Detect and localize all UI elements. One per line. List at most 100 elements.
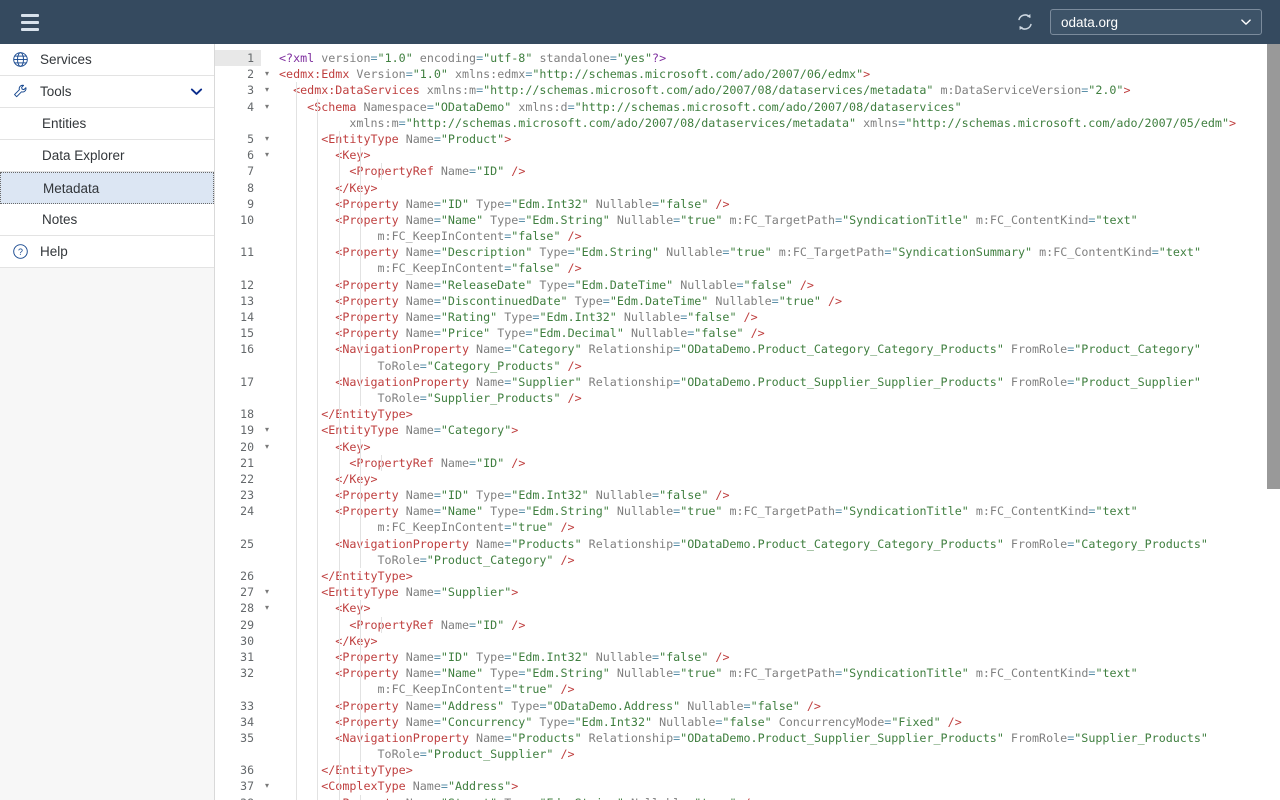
code-line: <edmx:DataServices xmlns:m="http://schem…: [293, 82, 1131, 99]
sidebar-item-metadata[interactable]: Metadata: [0, 172, 214, 204]
body-split: Services Tools Entities Data Explorer Metada…: [0, 44, 1280, 800]
code-fold-spacer: [261, 471, 273, 487]
chevron-down-icon: [190, 88, 203, 95]
code-fold-spacer: [261, 681, 273, 697]
line-number: 7: [247, 164, 254, 179]
sidebar-empty-space: [0, 268, 214, 800]
code-fold-toggle[interactable]: ▾: [261, 600, 273, 616]
line-number: 37: [240, 779, 254, 794]
line-number-wrap: [215, 358, 261, 374]
code-fold-spacer: [261, 552, 273, 568]
code-line: m:FC_KeepInContent="false" />: [279, 260, 1280, 277]
line-number: 5: [247, 131, 254, 146]
line-number: 16: [240, 342, 254, 357]
code-line: <Property Name="DiscontinuedDate" Type="…: [279, 292, 1280, 309]
code-fold-column[interactable]: ▾ ▾ ▾ ▾ ▾ ▾ ▾ ▾ ▾ ▾: [261, 44, 273, 800]
vertical-scrollbar-thumb[interactable]: [1267, 44, 1280, 489]
code-fold-toggle[interactable]: ▾: [261, 82, 273, 98]
code-line: <EntityType Name="Category">: [279, 422, 1280, 439]
code-line: <Property Name="ID" Type="Edm.Int32" Nul…: [279, 648, 1280, 666]
service-url-dropdown[interactable]: odata.org: [1050, 9, 1262, 35]
code-fold-toggle[interactable]: ▾: [261, 584, 273, 600]
code-fold-spacer: [261, 795, 273, 800]
sidebar-expand-chevron[interactable]: [189, 84, 204, 99]
line-number: 34: [240, 714, 254, 729]
top-bar: odata.org: [0, 0, 1280, 44]
code-line: ToRole="Supplier_Products" />: [279, 389, 1280, 407]
code-fold-spacer: [261, 180, 273, 196]
sidebar-item-services[interactable]: Services: [0, 44, 214, 76]
code-fold-spacer: [261, 277, 273, 293]
code-line: </Key>: [279, 470, 1280, 488]
line-number-wrap: [215, 390, 261, 406]
sidebar-item-entities[interactable]: Entities: [0, 108, 214, 140]
sidebar-item-tools[interactable]: Tools: [0, 76, 214, 108]
code-fold-toggle[interactable]: ▾: [261, 131, 273, 147]
hamburger-bar: [21, 27, 39, 31]
line-number: 23: [240, 488, 254, 503]
xml-code-editor[interactable]: 1 2 3 4 5 6 7 8 9 10 11 12 13 14 15 16 17 18 19 20 21 22 23 24 2…: [215, 44, 1280, 800]
code-content-area[interactable]: <?xml version="1.0" encoding="utf-8" sta…: [273, 44, 1280, 800]
line-number: 29: [240, 617, 254, 632]
code-line: <NavigationProperty Name="Supplier" Rela…: [279, 373, 1280, 390]
service-url-value: odata.org: [1061, 14, 1119, 30]
code-line: ToRole="Product_Category" />: [279, 551, 1280, 568]
code-fold-spacer: [261, 50, 273, 66]
line-number: 4: [247, 99, 254, 114]
sidebar-item-label: Data Explorer: [42, 148, 125, 163]
code-fold-spacer: [261, 212, 273, 228]
hamburger-bar: [21, 20, 39, 24]
sidebar-item-help[interactable]: ? Help: [0, 236, 214, 268]
code-fold-toggle[interactable]: ▾: [261, 422, 273, 438]
line-number-gutter: 1 2 3 4 5 6 7 8 9 10 11 12 13 14 15 16 17 18 19 20 21 22 23 24 2…: [215, 44, 261, 800]
code-fold-toggle[interactable]: ▾: [261, 99, 273, 115]
code-fold-toggle[interactable]: ▾: [261, 439, 273, 455]
line-number: 13: [240, 293, 254, 308]
code-fold-spacer: [261, 309, 273, 325]
code-fold-spacer: [261, 260, 273, 276]
code-line: <NavigationProperty Name="Products" Rela…: [279, 729, 1280, 747]
code-fold-spacer: [261, 665, 273, 681]
code-fold-spacer: [261, 519, 273, 535]
code-fold-toggle[interactable]: ▾: [261, 147, 273, 163]
line-number: 9: [247, 196, 254, 211]
line-number: 25: [240, 536, 254, 551]
line-number: 31: [240, 649, 254, 664]
code-fold-spacer: [261, 163, 273, 179]
code-line: <Property Name="ID" Type="Edm.Int32" Nul…: [279, 195, 1280, 212]
code-line: <edmx:Edmx Version="1.0" xmlns:edmx="htt…: [279, 67, 871, 82]
line-number: 30: [240, 633, 254, 648]
code-line: <Property Name="ReleaseDate" Type="Edm.D…: [279, 276, 1280, 293]
line-number: 32: [240, 666, 254, 681]
sidebar-item-label: Entities: [42, 116, 87, 131]
wrench-icon: [0, 83, 40, 100]
globe-icon: [0, 51, 40, 68]
code-line: <PropertyRef Name="ID" />: [279, 616, 1280, 633]
code-fold-spacer: [261, 746, 273, 762]
code-fold-spacer: [261, 730, 273, 746]
code-line: <Key>: [279, 438, 1280, 455]
line-number: 19: [240, 423, 254, 438]
line-number: 6: [247, 148, 254, 163]
line-number-wrap: [215, 228, 261, 244]
hamburger-menu-icon[interactable]: [8, 0, 52, 44]
code-line: <NavigationProperty Name="Products" Rela…: [279, 535, 1280, 552]
refresh-sync-icon[interactable]: [1014, 11, 1036, 33]
code-fold-spacer: [261, 568, 273, 584]
code-line: </EntityType>: [279, 568, 1280, 585]
code-fold-spacer: [261, 358, 273, 374]
sidebar-item-notes[interactable]: Notes: [0, 204, 214, 236]
code-fold-toggle[interactable]: ▾: [261, 66, 273, 82]
code-fold-toggle[interactable]: ▾: [261, 778, 273, 794]
sidebar-item-data-explorer[interactable]: Data Explorer: [0, 140, 214, 172]
line-number: 15: [240, 326, 254, 341]
sidebar-item-label: Tools: [40, 84, 72, 99]
vertical-scrollbar[interactable]: [1267, 44, 1280, 800]
line-number-wrap: [215, 746, 261, 762]
sidebar-navigation: Services Tools Entities Data Explorer Metada…: [0, 44, 215, 800]
code-line: </EntityType>: [279, 406, 1280, 423]
question-mark-circle-icon: ?: [0, 243, 40, 260]
sidebar-item-label: Metadata: [43, 180, 100, 196]
line-number: 18: [240, 407, 254, 422]
sidebar-item-label: Help: [40, 244, 68, 259]
